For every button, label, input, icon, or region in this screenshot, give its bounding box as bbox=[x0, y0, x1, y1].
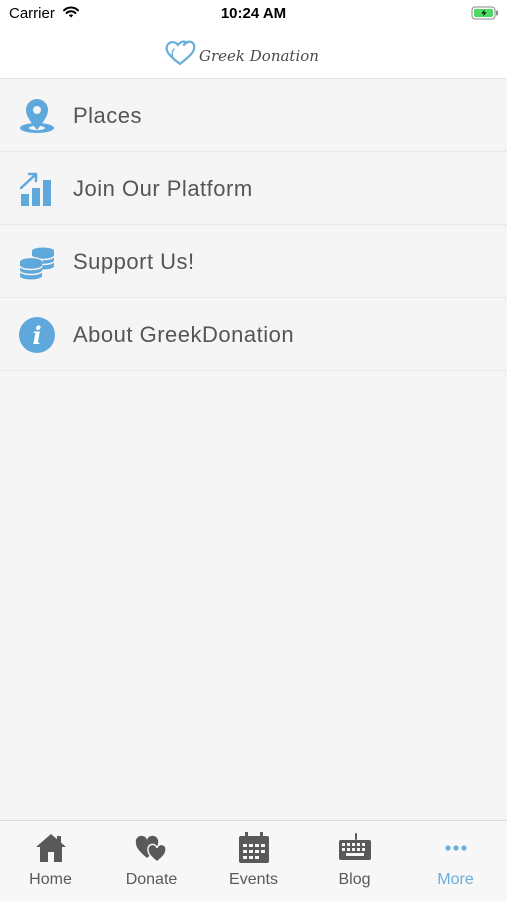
battery-icon bbox=[471, 6, 499, 25]
more-dots-icon bbox=[439, 831, 473, 865]
coins-icon bbox=[18, 243, 56, 281]
status-bar: Carrier 10:24 AM bbox=[0, 0, 507, 28]
home-icon bbox=[34, 831, 68, 865]
tab-blog[interactable]: Blog bbox=[304, 821, 405, 901]
menu-item-about[interactable]: i About GreekDonation bbox=[0, 298, 507, 371]
tab-home[interactable]: Home bbox=[0, 821, 101, 901]
more-menu: Places Join Our Platform Support Us! i A… bbox=[0, 79, 507, 371]
app-logo: Greek Donation bbox=[163, 37, 348, 69]
hearts-logo-icon bbox=[165, 40, 196, 66]
tab-label: Blog bbox=[338, 871, 371, 888]
svg-text:i: i bbox=[32, 321, 41, 350]
logo-text: Greek Donation bbox=[199, 47, 319, 65]
tab-label: Events bbox=[229, 871, 278, 888]
chart-growth-icon bbox=[18, 170, 56, 208]
menu-item-join-platform[interactable]: Join Our Platform bbox=[0, 152, 507, 225]
menu-item-label: Join Our Platform bbox=[73, 176, 253, 201]
tab-label: Donate bbox=[125, 871, 178, 888]
tab-more[interactable]: More bbox=[405, 821, 506, 901]
menu-item-label: Support Us! bbox=[73, 249, 195, 274]
keyboard-icon bbox=[338, 831, 372, 865]
menu-item-label: About GreekDonation bbox=[73, 322, 295, 347]
tab-bar: Home Donate Events Blog More bbox=[0, 820, 507, 901]
calendar-icon bbox=[237, 831, 271, 865]
map-pin-icon bbox=[18, 97, 56, 135]
nav-header: Greek Donation bbox=[0, 28, 507, 79]
tab-label: Home bbox=[29, 871, 72, 888]
menu-item-label: Places bbox=[73, 103, 143, 128]
menu-item-support-us[interactable]: Support Us! bbox=[0, 225, 507, 298]
tab-events[interactable]: Events bbox=[203, 821, 304, 901]
hearts-icon bbox=[135, 831, 169, 865]
menu-item-places[interactable]: Places bbox=[0, 79, 507, 152]
status-time: 10:24 AM bbox=[220, 5, 287, 22]
info-icon: i bbox=[18, 316, 56, 354]
tab-label: More bbox=[437, 871, 474, 888]
tab-donate[interactable]: Donate bbox=[101, 821, 202, 901]
